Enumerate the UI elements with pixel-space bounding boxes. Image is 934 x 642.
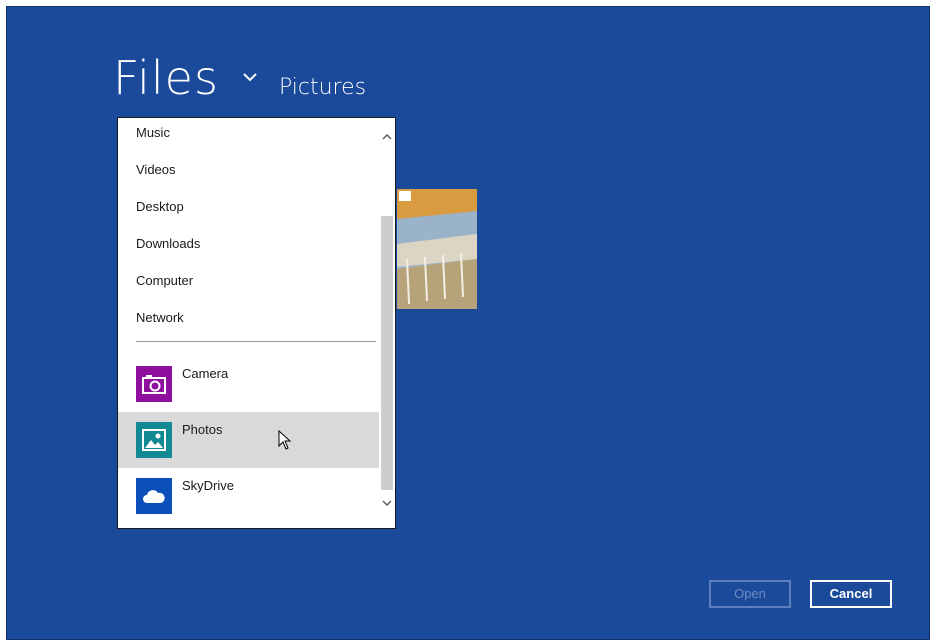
app-label: Camera [182,366,229,381]
dropdown-item-music[interactable]: Music [118,118,379,151]
dropdown-item-label: Downloads [136,236,201,251]
open-button[interactable]: Open [709,580,791,608]
cloud-icon [136,478,172,514]
page-title: Files [113,51,219,105]
dropdown-item-label: Network [136,310,184,325]
dropdown-item-label: Videos [136,162,176,177]
dropdown-item-desktop[interactable]: Desktop [118,188,379,225]
app-label: SkyDrive [182,478,235,493]
chevron-down-icon[interactable] [239,66,261,88]
camera-icon [136,366,172,402]
dropdown-item-network[interactable]: Network [118,299,379,336]
scrollbar-thumb[interactable] [381,216,393,490]
search-icon [399,191,411,201]
photos-icon [136,422,172,458]
dropdown-item-computer[interactable]: Computer [118,262,379,299]
dropdown-app-camera[interactable]: Camera [118,356,379,412]
mouse-cursor-icon [278,429,292,453]
dropdown-app-skydrive[interactable]: SkyDrive [118,468,379,524]
app-label: Photos [182,422,223,437]
picker-header: Files Pictures [113,55,366,101]
dropdown-item-label: Music [136,125,170,140]
dropdown-item-videos[interactable]: Videos [118,151,379,188]
dropdown-item-downloads[interactable]: Downloads [118,225,379,262]
dropdown-item-label: Computer [136,273,194,288]
scroll-down-arrow-icon[interactable] [381,496,393,510]
dropdown-item-label: Desktop [136,199,184,214]
dropdown-divider [136,341,376,342]
dropdown-scrollbar[interactable] [379,118,395,528]
current-location-label: Pictures [278,75,367,100]
location-dropdown: Music Videos Desktop Downloads Computer … [117,117,396,529]
dropdown-app-photos[interactable]: Photos [118,412,379,468]
picture-thumbnail[interactable] [397,189,477,309]
cancel-button[interactable]: Cancel [810,580,892,608]
scroll-up-arrow-icon[interactable] [381,130,393,144]
file-picker-window: Files Pictures Music Videos Desktop Down… [6,6,930,640]
